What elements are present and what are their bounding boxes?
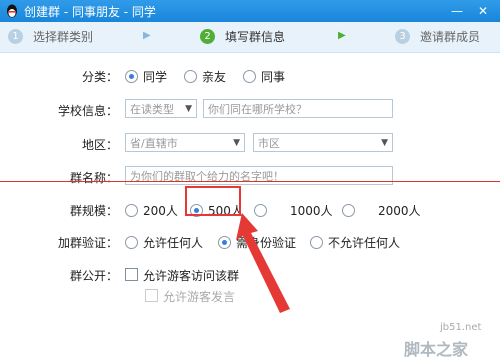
step-3: 3 邀请群成员 (395, 29, 480, 45)
verify-none-label[interactable]: 不允许任何人 (328, 234, 400, 251)
step-2: 2 填写群信息 (200, 29, 285, 45)
category-classmate-label[interactable]: 同学 (143, 68, 167, 85)
step-2-number: 2 (200, 29, 215, 44)
allow-visitors-label[interactable]: 允许游客访问该群 (143, 267, 239, 284)
step-1-label: 选择群类别 (33, 30, 94, 44)
step-3-number: 3 (395, 29, 410, 44)
school-name-input[interactable]: 你们同在哪所学校？ (203, 99, 393, 118)
title-bar: 创建群 - 同事朋友 - 同学 — ✕ (0, 0, 500, 22)
region-label: 地区： (81, 138, 118, 152)
size-2000-label[interactable]: 2000人 (378, 202, 421, 219)
province-select[interactable]: 省/直辖市 ▼ (125, 133, 245, 152)
school-label: 学校信息： (57, 104, 118, 118)
watermark-brand: 脚本之家 (404, 340, 469, 359)
step-indicator: 1 选择群类别 ▶ 2 填写群信息 ▶ 3 邀请群成员 (0, 22, 500, 53)
verify-anyone-label[interactable]: 允许任何人 (143, 234, 203, 251)
step-arrow-icon: ▶ (338, 30, 346, 41)
school-name-placeholder: 你们同在哪所学校？ (208, 103, 307, 116)
step-1: 1 选择群类别 (8, 29, 93, 45)
window-title: 创建群 - 同事朋友 - 同学 (24, 5, 156, 19)
size-200-radio[interactable] (125, 204, 138, 217)
annotation-arrow (236, 213, 290, 313)
category-classmate-radio[interactable] (125, 70, 138, 83)
category-relatives-label[interactable]: 亲友 (202, 68, 226, 85)
category-colleague-label[interactable]: 同事 (261, 68, 285, 85)
province-placeholder: 省/直辖市 (130, 137, 178, 150)
public-label: 群公开： (69, 269, 118, 283)
size-200-label[interactable]: 200人 (143, 202, 178, 219)
close-icon[interactable]: ✕ (474, 2, 492, 20)
allow-visitor-speech-checkbox (145, 289, 158, 302)
chevron-down-icon: ▼ (381, 138, 388, 148)
size-2000-radio[interactable] (342, 204, 355, 217)
group-name-input[interactable]: 为你们的群取个给力的名字吧！ (125, 166, 393, 185)
qq-penguin-icon (7, 4, 17, 18)
allow-visitors-checkbox[interactable] (125, 268, 138, 281)
district-placeholder: 市区 (258, 137, 280, 150)
chevron-down-icon: ▼ (233, 138, 240, 148)
category-relatives-radio[interactable] (184, 70, 197, 83)
school-type-placeholder: 在读类型 (130, 103, 174, 116)
district-select[interactable]: 市区 ▼ (253, 133, 393, 152)
category-label: 分类： (81, 70, 118, 84)
step-arrow-icon: ▶ (143, 30, 151, 41)
step-3-label: 邀请群成员 (420, 30, 481, 44)
group-size-label: 群规模： (69, 204, 118, 218)
annotation-line (0, 181, 500, 182)
school-type-select[interactable]: 在读类型 ▼ (125, 99, 197, 118)
minimize-icon[interactable]: — (448, 2, 466, 20)
allow-visitor-speech-label: 允许游客发言 (163, 290, 236, 304)
verify-none-radio[interactable] (310, 236, 323, 249)
watermark-site: jb51.net (440, 322, 482, 333)
verify-label: 加群验证： (57, 236, 118, 250)
verify-anyone-radio[interactable] (125, 236, 138, 249)
group-name-label: 群名称： (69, 171, 118, 185)
category-colleague-radio[interactable] (243, 70, 256, 83)
chevron-down-icon: ▼ (185, 104, 192, 114)
step-2-label: 填写群信息 (225, 30, 286, 44)
step-1-number: 1 (8, 29, 23, 44)
